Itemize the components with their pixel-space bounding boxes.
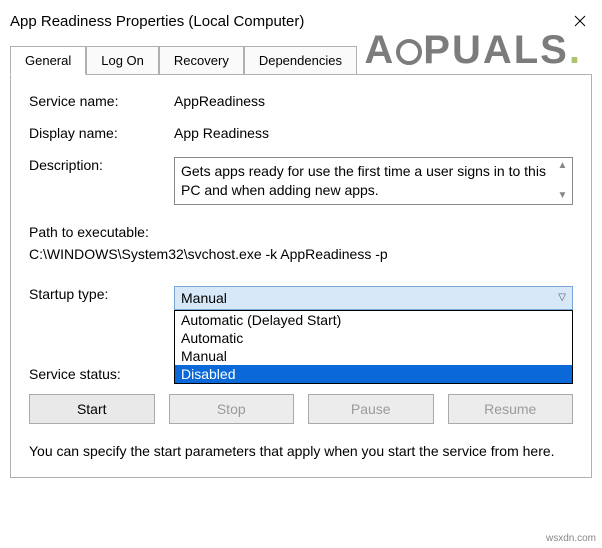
path-label: Path to executable: <box>29 221 573 243</box>
description-label: Description: <box>29 157 174 173</box>
description-scrollbar[interactable]: ▲ ▼ <box>554 159 571 203</box>
service-name-value: AppReadiness <box>174 93 573 109</box>
tab-general[interactable]: General <box>10 46 86 75</box>
option-automatic-delayed[interactable]: Automatic (Delayed Start) <box>175 311 572 329</box>
watermark-url: wsxdn.com <box>546 533 596 544</box>
tab-logon[interactable]: Log On <box>86 46 159 74</box>
description-text: Gets apps ready for use the first time a… <box>181 163 546 198</box>
display-name-value: App Readiness <box>174 125 573 141</box>
scroll-down-icon[interactable]: ▼ <box>554 189 571 203</box>
path-value: C:\WINDOWS\System32\svchost.exe -k AppRe… <box>29 243 573 265</box>
close-icon <box>574 15 586 27</box>
service-status-label: Service status: <box>29 366 174 382</box>
pause-button[interactable]: Pause <box>308 394 434 424</box>
window-title: App Readiness Properties (Local Computer… <box>10 13 304 30</box>
stop-button[interactable]: Stop <box>169 394 295 424</box>
tab-recovery[interactable]: Recovery <box>159 46 244 74</box>
startup-type-listbox[interactable]: Automatic (Delayed Start) Automatic Manu… <box>174 310 573 384</box>
startup-type-label: Startup type: <box>29 286 174 302</box>
resume-button[interactable]: Resume <box>448 394 574 424</box>
scroll-up-icon[interactable]: ▲ <box>554 159 571 173</box>
display-name-label: Display name: <box>29 125 174 141</box>
footer-help-text: You can specify the start parameters tha… <box>29 442 573 462</box>
tab-panel-general: Service name: AppReadiness Display name:… <box>10 75 592 478</box>
tab-dependencies[interactable]: Dependencies <box>244 46 357 74</box>
startup-type-dropdown[interactable]: Manual ▽ <box>174 286 573 310</box>
service-name-label: Service name: <box>29 93 174 109</box>
option-manual[interactable]: Manual <box>175 347 572 365</box>
tab-strip: General Log On Recovery Dependencies <box>10 46 592 75</box>
startup-type-selected: Manual <box>181 290 227 306</box>
close-button[interactable] <box>558 6 602 36</box>
option-disabled[interactable]: Disabled <box>175 365 572 383</box>
chevron-down-icon: ▽ <box>558 292 566 303</box>
start-button[interactable]: Start <box>29 394 155 424</box>
option-automatic[interactable]: Automatic <box>175 329 572 347</box>
description-textbox[interactable]: Gets apps ready for use the first time a… <box>174 157 573 205</box>
